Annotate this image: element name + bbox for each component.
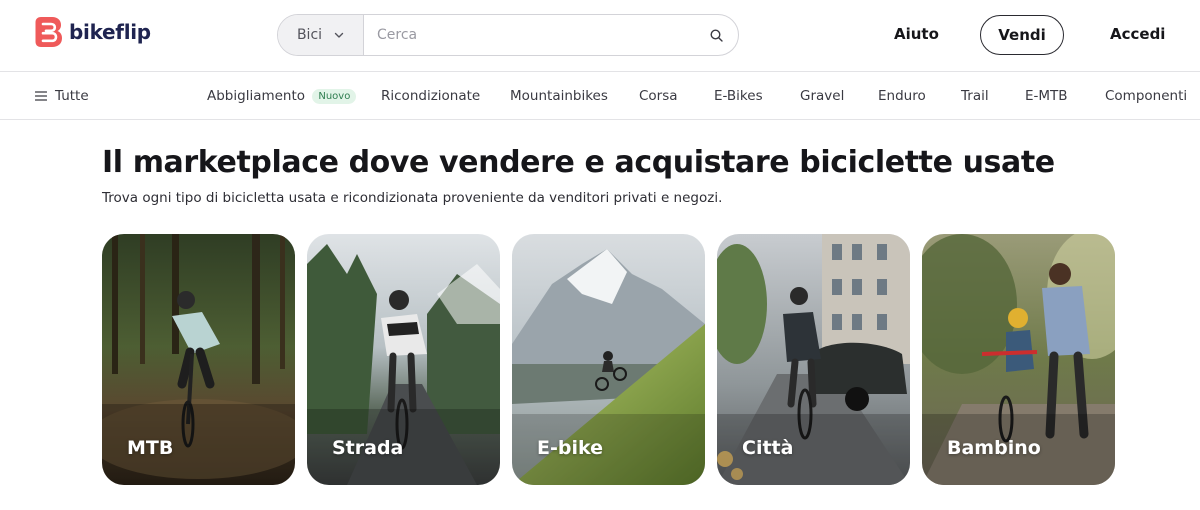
nav-item-gravel[interactable]: Gravel	[800, 88, 844, 104]
category-card-mtb[interactable]: MTB	[102, 234, 295, 485]
category-card-e-bike[interactable]: E-bike	[512, 234, 705, 485]
all-categories-label: Tutte	[55, 88, 89, 104]
search-button[interactable]	[694, 15, 738, 55]
top-header: bikeflip Bici Aiuto Vendi Accedi	[0, 0, 1200, 72]
chevron-down-icon	[334, 32, 344, 38]
brand-name: bikeflip	[69, 20, 151, 44]
search-category-select[interactable]: Bici	[278, 15, 364, 55]
nav-item-componenti[interactable]: Componenti	[1105, 88, 1187, 104]
sell-button[interactable]: Vendi	[980, 15, 1064, 55]
logo[interactable]: bikeflip	[34, 15, 151, 49]
category-label: Bambino	[947, 437, 1041, 459]
search-bar: Bici	[277, 14, 739, 56]
nav-item-trail[interactable]: Trail	[961, 88, 989, 104]
menu-icon	[35, 91, 47, 101]
category-label: Strada	[332, 437, 404, 459]
category-card-bambino[interactable]: Bambino	[922, 234, 1115, 485]
bikeflip-logo-icon	[35, 17, 62, 47]
category-label: Città	[742, 437, 794, 459]
category-card-citta[interactable]: Città	[717, 234, 910, 485]
login-link[interactable]: Accedi	[1110, 25, 1165, 43]
nav-item-e-mtb[interactable]: E-MTB	[1025, 88, 1068, 104]
page-title: Il marketplace dove vendere e acquistare…	[102, 145, 1055, 180]
all-categories-menu[interactable]: Tutte	[35, 88, 89, 104]
nav-item-ricondizionate[interactable]: Ricondizionate	[381, 88, 480, 104]
nav-item-e-bikes[interactable]: E-Bikes	[714, 88, 763, 104]
category-card-strada[interactable]: Strada	[307, 234, 500, 485]
search-category-label: Bici	[296, 27, 323, 43]
nav-item-label: Abbigliamento	[207, 88, 306, 104]
nav-item-abbigliamento[interactable]: Abbigliamento Nuovo	[207, 88, 357, 104]
category-nav: Tutte Abbigliamento Nuovo Ricondizionate…	[0, 72, 1200, 120]
category-label: MTB	[127, 437, 174, 459]
page-subtitle: Trova ogni tipo di bicicletta usata e ri…	[102, 190, 723, 206]
search-icon	[709, 28, 723, 42]
search-input[interactable]	[364, 15, 694, 55]
nav-item-corsa[interactable]: Corsa	[639, 88, 678, 104]
category-label: E-bike	[537, 437, 603, 459]
nav-item-enduro[interactable]: Enduro	[878, 88, 926, 104]
nav-item-mountainbikes[interactable]: Mountainbikes	[510, 88, 608, 104]
new-badge: Nuovo	[312, 89, 357, 104]
help-link[interactable]: Aiuto	[894, 25, 939, 43]
